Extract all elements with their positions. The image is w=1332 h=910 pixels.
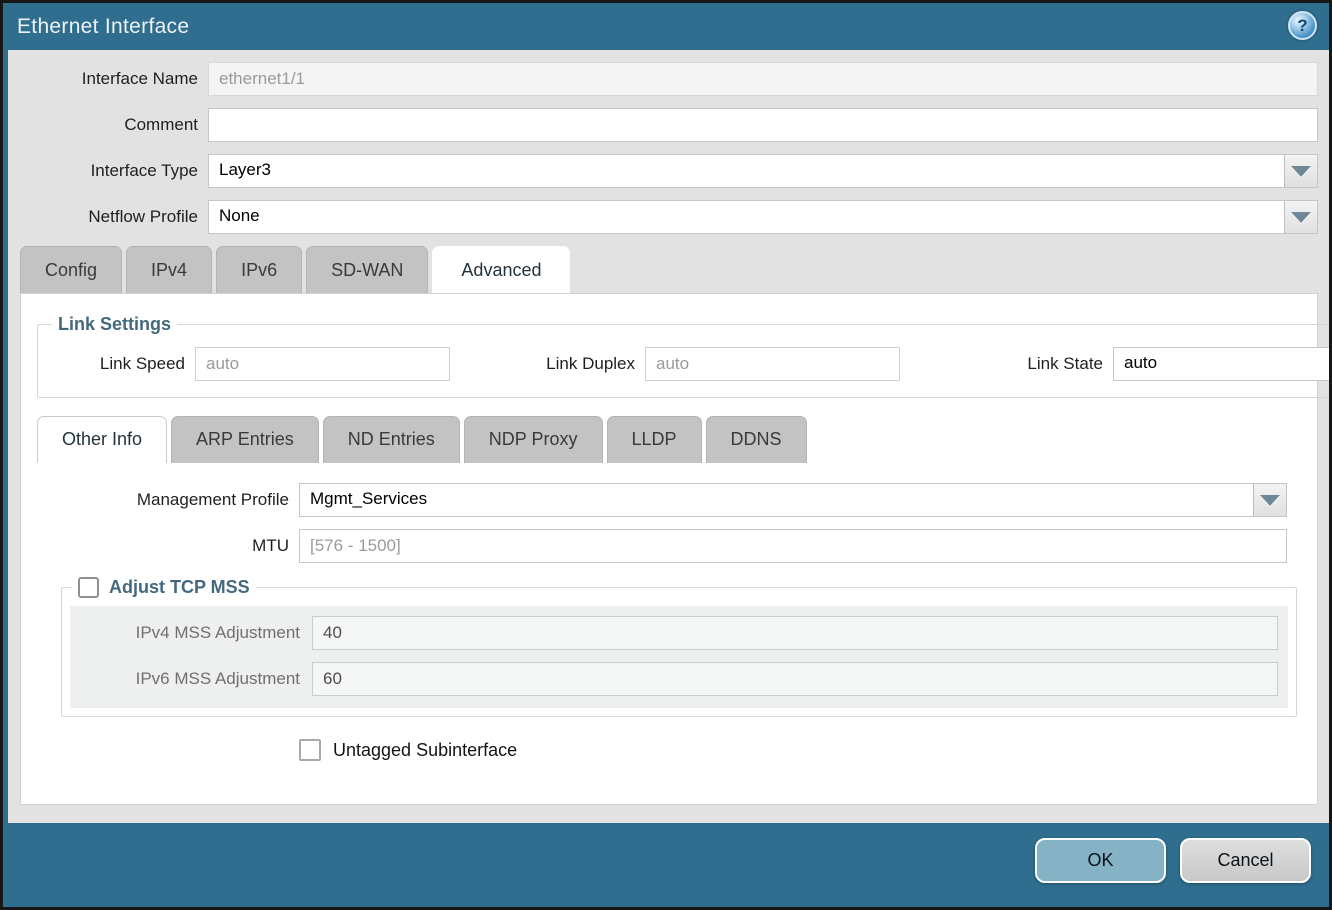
link-speed-label: Link Speed: [50, 354, 195, 374]
adjust-tcp-mss-legend-text: Adjust TCP MSS: [109, 577, 250, 598]
tab-config[interactable]: Config: [20, 246, 122, 293]
management-profile-label: Management Profile: [37, 490, 299, 510]
management-profile-select[interactable]: Mgmt_Services: [299, 483, 1287, 517]
netflow-profile-row: Netflow Profile None: [20, 200, 1318, 234]
adjust-tcp-mss-legend: Adjust TCP MSS: [72, 577, 256, 598]
chevron-down-icon: [1291, 166, 1311, 177]
untagged-subinterface-label: Untagged Subinterface: [333, 740, 517, 761]
question-mark-glyph: ?: [1297, 17, 1307, 34]
tab-advanced[interactable]: Advanced: [432, 246, 570, 293]
tab-ipv6[interactable]: IPv6: [216, 246, 302, 293]
interface-type-dropdown-button[interactable]: [1284, 155, 1317, 187]
tab-other-info[interactable]: Other Info: [37, 416, 167, 463]
link-duplex-field[interactable]: [645, 347, 900, 381]
tab-arp-entries[interactable]: ARP Entries: [171, 416, 319, 463]
advanced-tab-panel: Link Settings Link Speed Link Duplex Lin…: [20, 293, 1318, 805]
interface-type-value: Layer3: [209, 155, 1284, 187]
help-icon[interactable]: ?: [1288, 11, 1317, 40]
ipv4-mss-field: [312, 616, 1278, 650]
management-profile-row: Management Profile Mgmt_Services: [37, 483, 1287, 517]
ok-button[interactable]: OK: [1035, 838, 1166, 883]
link-state-label: Link State: [958, 354, 1113, 374]
interface-type-row: Interface Type Layer3: [20, 154, 1318, 188]
dialog-title: Ethernet Interface: [17, 15, 189, 39]
chevron-down-icon: [1291, 212, 1311, 223]
comment-field[interactable]: [208, 108, 1318, 142]
mss-disabled-area: IPv4 MSS Adjustment IPv6 MSS Adjustment: [70, 606, 1288, 708]
mtu-row: MTU: [37, 529, 1287, 563]
chevron-down-icon: [1260, 495, 1280, 506]
interface-name-label: Interface Name: [20, 69, 208, 89]
tab-nd-entries[interactable]: ND Entries: [323, 416, 460, 463]
tab-ndp-proxy[interactable]: NDP Proxy: [464, 416, 603, 463]
untagged-subinterface-checkbox[interactable]: [299, 739, 321, 761]
adjust-tcp-mss-checkbox[interactable]: [78, 577, 99, 598]
untagged-subinterface-row: Untagged Subinterface: [299, 739, 1301, 761]
tab-lldp[interactable]: LLDP: [607, 416, 702, 463]
tab-ddns[interactable]: DDNS: [706, 416, 807, 463]
link-settings-fieldset: Link Settings Link Speed Link Duplex Lin…: [37, 314, 1332, 398]
interface-type-label: Interface Type: [20, 161, 208, 181]
ethernet-interface-dialog: Ethernet Interface ? Interface Name Comm…: [0, 0, 1332, 910]
netflow-profile-label: Netflow Profile: [20, 207, 208, 227]
main-tab-bar: Config IPv4 IPv6 SD-WAN Advanced: [20, 246, 1318, 293]
mtu-field[interactable]: [299, 529, 1287, 563]
mtu-label: MTU: [37, 536, 299, 556]
link-state-select[interactable]: auto: [1113, 347, 1332, 381]
link-duplex-label: Link Duplex: [495, 354, 645, 374]
link-settings-row: Link Speed Link Duplex Link State auto: [50, 347, 1332, 381]
netflow-profile-select[interactable]: None: [208, 200, 1318, 234]
netflow-profile-dropdown-button[interactable]: [1284, 201, 1317, 233]
tab-ipv4[interactable]: IPv4: [126, 246, 212, 293]
comment-row: Comment: [20, 108, 1318, 142]
interface-type-select[interactable]: Layer3: [208, 154, 1318, 188]
adjust-tcp-mss-fieldset: Adjust TCP MSS IPv4 MSS Adjustment IPv6 …: [61, 577, 1297, 717]
interface-name-field: [208, 62, 1318, 96]
sub-tab-bar: Other Info ARP Entries ND Entries NDP Pr…: [37, 416, 1301, 463]
netflow-profile-value: None: [209, 201, 1284, 233]
link-settings-legend: Link Settings: [52, 314, 177, 335]
dialog-footer: OK Cancel: [3, 823, 1329, 907]
ipv6-mss-label: IPv6 MSS Adjustment: [80, 669, 312, 689]
ipv6-mss-row: IPv6 MSS Adjustment: [80, 662, 1278, 696]
link-speed-field[interactable]: [195, 347, 450, 381]
management-profile-dropdown-button[interactable]: [1253, 484, 1286, 516]
tab-sdwan[interactable]: SD-WAN: [306, 246, 428, 293]
cancel-button[interactable]: Cancel: [1180, 838, 1311, 883]
ipv4-mss-label: IPv4 MSS Adjustment: [80, 623, 312, 643]
link-state-value: auto: [1114, 348, 1332, 380]
ipv6-mss-field: [312, 662, 1278, 696]
comment-label: Comment: [20, 115, 208, 135]
interface-name-row: Interface Name: [20, 62, 1318, 96]
management-profile-value: Mgmt_Services: [300, 484, 1253, 516]
dialog-titlebar: Ethernet Interface ?: [3, 3, 1329, 50]
dialog-body: Interface Name Comment Interface Type La…: [8, 50, 1330, 823]
ipv4-mss-row: IPv4 MSS Adjustment: [80, 616, 1278, 650]
